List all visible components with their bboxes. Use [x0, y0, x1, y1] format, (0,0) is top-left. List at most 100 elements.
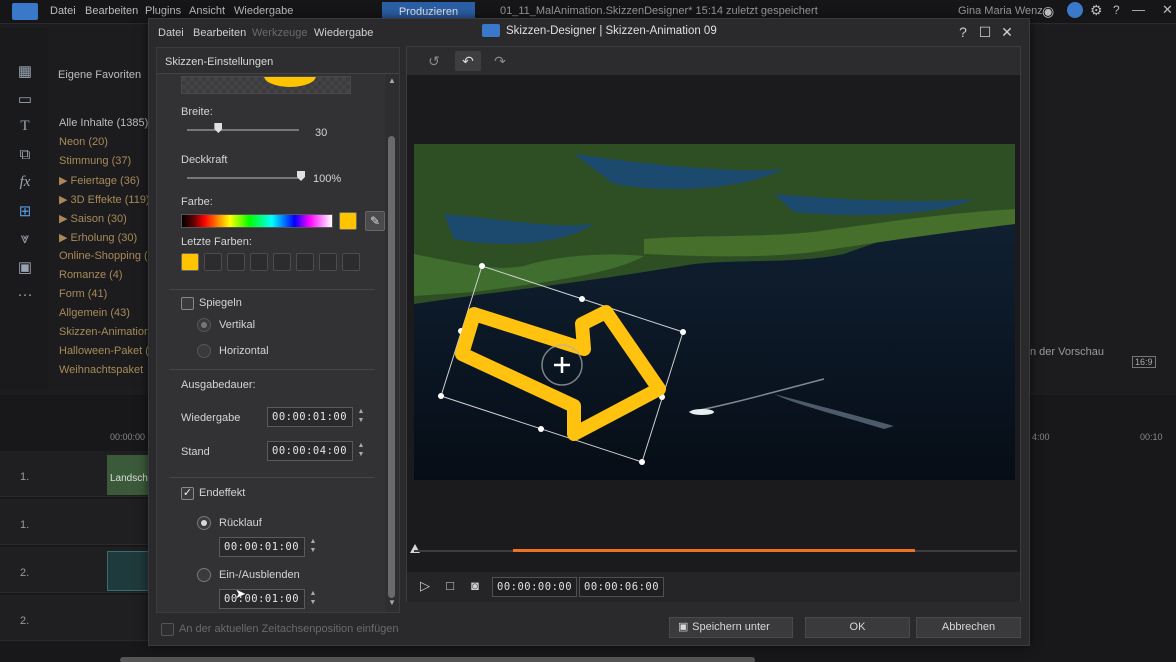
recent-color-swatch[interactable] [342, 253, 360, 271]
end-effect-checkbox[interactable]: ✓ [181, 487, 194, 500]
library-item[interactable]: ▶ Erholung (30) [59, 231, 137, 244]
menu-playback[interactable]: Wiedergabe [234, 5, 293, 17]
help-icon[interactable]: ? [955, 24, 971, 40]
recent-color-swatch[interactable] [181, 253, 199, 271]
minimize-icon[interactable]: — [1132, 2, 1145, 17]
settings-scrollbar[interactable]: ▲ ▼ [385, 74, 399, 612]
divider [169, 289, 375, 290]
play-icon[interactable]: ▷ [416, 578, 434, 594]
fade-duration-stepper[interactable]: ▲ ▼ [307, 589, 319, 609]
library-item[interactable]: Weihnachtspaket [59, 364, 143, 376]
recent-color-swatch[interactable] [204, 253, 222, 271]
insert-at-position-checkbox[interactable] [161, 623, 174, 636]
reset-icon[interactable]: ↺ [421, 51, 447, 71]
color-spectrum[interactable] [181, 214, 333, 228]
aspect-ratio[interactable]: 16:9 [1132, 356, 1156, 368]
width-slider-thumb[interactable] [214, 123, 223, 133]
library-item[interactable]: Online-Shopping (9) [59, 250, 157, 262]
app-logo [12, 3, 38, 20]
cancel-button[interactable]: Abbrechen [916, 617, 1021, 638]
notification-icon[interactable] [1067, 2, 1083, 18]
mirror-checkbox[interactable] [181, 297, 194, 310]
stop-icon[interactable]: □ [441, 578, 459, 593]
menu-edit[interactable]: Bearbeiten [85, 5, 138, 17]
close-icon[interactable]: ✕ [1162, 2, 1173, 18]
video-preview[interactable] [414, 144, 1015, 480]
dialog-menu-playback[interactable]: Wiedergabe [314, 27, 373, 39]
maximize-icon[interactable]: ☐ [977, 24, 993, 41]
recent-color-swatch[interactable] [273, 253, 291, 271]
close-icon[interactable]: ✕ [999, 24, 1015, 41]
sketch-designer-dialog: Datei Bearbeiten Werkzeuge Wiedergabe Sk… [148, 18, 1030, 646]
favorites-label[interactable]: Eigene Favoriten [58, 69, 141, 81]
media-icon[interactable]: ▦ [14, 62, 36, 82]
horizontal-radio[interactable] [197, 344, 211, 358]
user-name: Gina Maria Wenz [958, 5, 1043, 17]
library-item[interactable]: Skizzen-Animation [59, 326, 150, 338]
account-icon[interactable]: ◉ [1042, 3, 1054, 20]
vertical-radio[interactable] [197, 318, 211, 332]
pip-icon[interactable]: ▣ [14, 258, 36, 278]
timeline-scrollbar[interactable] [120, 657, 755, 662]
fade-label: Ein-/Ausblenden [219, 569, 300, 581]
opacity-slider[interactable] [187, 177, 301, 179]
redo-icon[interactable]: ↷ [487, 51, 513, 71]
sketch-icon[interactable]: ⊞ [14, 202, 36, 222]
save-as-button[interactable]: ▣ Speichern unter [669, 617, 793, 638]
playback-duration-input[interactable]: 00:00:01:00 [267, 407, 353, 427]
eyedropper-icon[interactable]: ✎ [365, 211, 385, 231]
stand-duration-input[interactable]: 00:00:04:00 [267, 441, 353, 461]
menu-plugins[interactable]: Plugins [145, 5, 181, 17]
library-item[interactable]: Allgemein (43) [59, 307, 130, 319]
dialog-menu-file[interactable]: Datei [158, 27, 184, 39]
library-item[interactable]: ▶ 3D Effekte (119) [59, 193, 150, 206]
library-item[interactable]: ▶ Saison (30) [59, 212, 127, 225]
fade-radio[interactable] [197, 568, 211, 582]
stand-duration-stepper[interactable]: ▲ ▼ [355, 441, 367, 461]
undo-icon[interactable]: ↶ [455, 51, 481, 71]
scrollbar-thumb[interactable] [388, 136, 395, 598]
sketch-clip[interactable] [107, 551, 149, 591]
recent-color-swatch[interactable] [227, 253, 245, 271]
library-item[interactable]: Romanze (4) [59, 269, 123, 281]
fx-icon[interactable]: fx [14, 174, 36, 194]
help-icon[interactable]: ? [1113, 3, 1120, 17]
menu-file[interactable]: Datei [50, 5, 76, 17]
library-item[interactable]: Halloween-Paket (2 [59, 345, 155, 357]
settings-panel: Skizzen-Einstellungen Breite: 30 Deckkra… [156, 47, 400, 613]
recent-color-swatch[interactable] [250, 253, 268, 271]
sketch-duration-range[interactable] [513, 549, 915, 552]
fade-duration-input[interactable]: 00:00:01:00 [219, 589, 305, 609]
save-icon: ▣ [678, 621, 689, 633]
library-item[interactable]: Neon (20) [59, 136, 108, 148]
rewind-duration-stepper[interactable]: ▲ ▼ [307, 537, 319, 557]
timeline-clip[interactable]: Landsch [107, 455, 149, 495]
recent-color-swatch[interactable] [319, 253, 337, 271]
snapshot-icon[interactable]: ◙ [466, 578, 484, 593]
ok-button[interactable]: OK [805, 617, 910, 638]
menu-view[interactable]: Ansicht [189, 5, 225, 17]
more-icon[interactable]: ··· [14, 286, 36, 306]
recent-color-swatch[interactable] [296, 253, 314, 271]
library-item[interactable]: Form (41) [59, 288, 107, 300]
scroll-down-icon[interactable]: ▼ [388, 598, 396, 607]
library-item[interactable]: Alle Inhalte (1385) [59, 117, 148, 129]
dialog-menu-edit[interactable]: Bearbeiten [193, 27, 246, 39]
opacity-slider-thumb[interactable] [297, 171, 305, 181]
video-icon[interactable]: ▭ [14, 90, 36, 110]
width-slider[interactable] [187, 129, 299, 131]
current-timecode: 00:00:00:00 [492, 577, 578, 597]
current-color-swatch[interactable] [339, 212, 357, 230]
project-title: 01_11_MalAnimation.SkizzenDesigner* 15:1… [500, 5, 818, 17]
rewind-radio[interactable] [197, 516, 211, 530]
gear-icon[interactable]: ⚙ [1090, 2, 1103, 19]
scroll-up-icon[interactable]: ▲ [388, 76, 396, 85]
insert-at-position-label: An der aktuellen Zeitachsenposition einf… [179, 623, 399, 635]
library-item[interactable]: ▶ Feiertage (36) [59, 174, 140, 187]
playback-duration-stepper[interactable]: ▲ ▼ [355, 407, 367, 427]
library-item[interactable]: Stimmung (37) [59, 155, 131, 167]
rewind-duration-input[interactable]: 00:00:01:00 [219, 537, 305, 557]
particle-icon[interactable]: ⩔ [14, 230, 36, 250]
transition-icon[interactable]: ⧉ [14, 146, 36, 166]
title-icon[interactable]: T [14, 118, 36, 138]
